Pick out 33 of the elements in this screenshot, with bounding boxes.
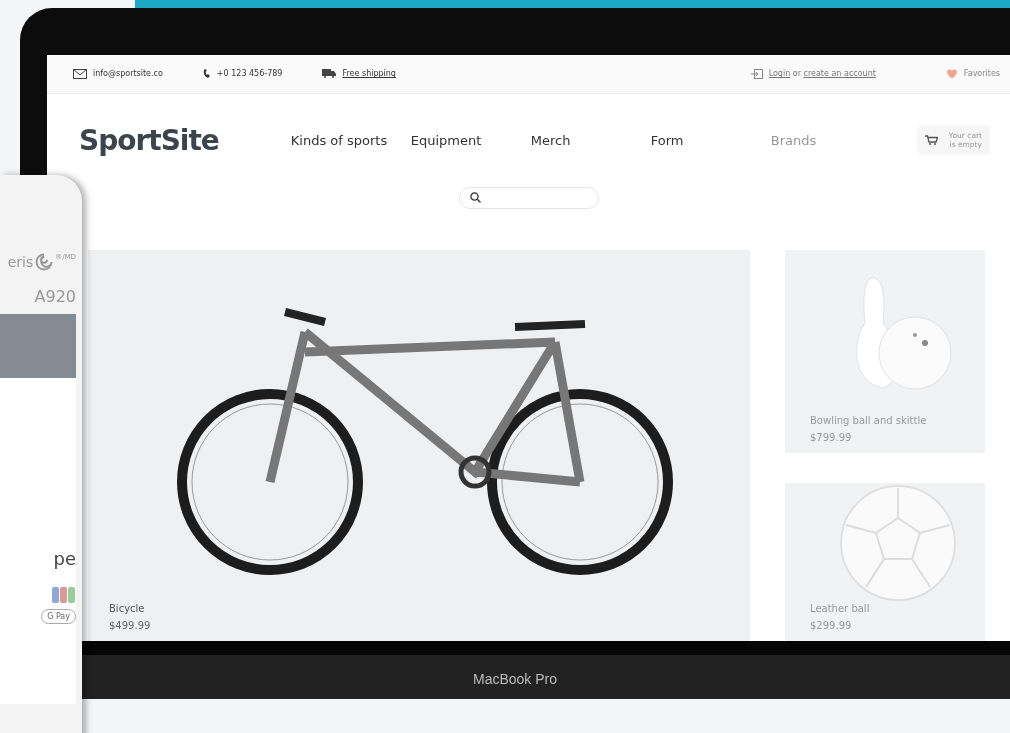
phone-icon xyxy=(202,68,211,80)
product-price: $799.99 xyxy=(810,432,853,443)
heart-icon xyxy=(945,68,958,80)
truck-icon xyxy=(322,69,337,79)
product-name: Bicycle xyxy=(109,603,146,614)
product-name: Bowling ball and skittle xyxy=(810,415,928,426)
mail-icon xyxy=(73,68,87,79)
site-logo[interactable]: SportSite xyxy=(79,123,219,157)
nav-link[interactable]: Merch xyxy=(530,132,651,148)
nav-link[interactable]: Form xyxy=(650,132,771,148)
create-account-link[interactable]: create an account xyxy=(803,69,876,79)
login-text: Login or create an account xyxy=(768,69,876,79)
login-link[interactable]: Login xyxy=(768,69,791,79)
cart-icon xyxy=(925,135,938,146)
terminal-model: A920 xyxy=(34,287,76,306)
terminal-brand: eris xyxy=(7,254,34,270)
terminal-screen-text: pe xyxy=(53,548,76,569)
search-icon xyxy=(469,192,481,204)
phone-text: +0 123 456-789 xyxy=(216,69,283,79)
product-card[interactable]: Bicycle $499.99 xyxy=(88,250,750,641)
swirl-logo-icon xyxy=(35,253,54,271)
laptop-label: MacBook Pro xyxy=(472,671,557,687)
product-price: $299.99 xyxy=(810,620,853,631)
login-icon xyxy=(750,68,763,79)
free-shipping-link[interactable]: Free shipping xyxy=(342,69,396,79)
favorites-link[interactable]: Favorites xyxy=(963,69,1000,79)
nav-link[interactable]: Kinds of sports xyxy=(290,132,411,148)
search-field[interactable] xyxy=(458,186,599,209)
email-text: info@sportsite.co xyxy=(93,69,163,79)
card-logo-icon xyxy=(52,587,76,603)
nav-link[interactable]: Equipment xyxy=(410,132,531,148)
product-price: $499.99 xyxy=(109,620,152,631)
product-name: Leather ball xyxy=(810,603,871,614)
